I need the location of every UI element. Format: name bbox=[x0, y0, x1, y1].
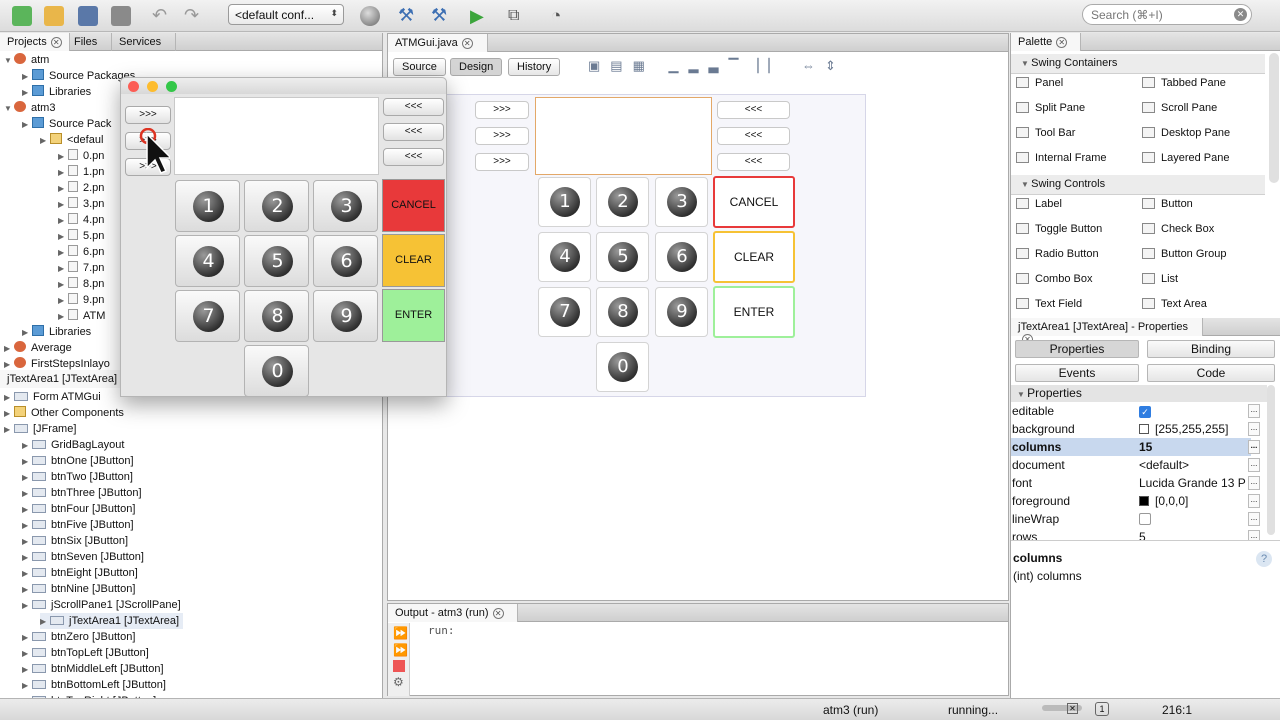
property-row[interactable]: font Lucida Grande 13 P... bbox=[1011, 474, 1260, 492]
close-icon[interactable]: ✕ bbox=[492, 608, 504, 619]
property-value-text: <default> bbox=[1139, 458, 1190, 472]
status-state: running... bbox=[948, 703, 999, 717]
property-editor-button[interactable]: ... bbox=[1248, 476, 1260, 490]
tree-label: btnZero [JButton] bbox=[51, 631, 136, 643]
tree-label: jTextArea1 [JTextArea] bbox=[69, 615, 180, 627]
output-text: run: bbox=[428, 624, 455, 637]
tree-label: btnMiddleLeft [JButton] bbox=[51, 663, 164, 675]
tree-row[interactable]: ▶ btnTopLeft [JButton] bbox=[22, 645, 149, 661]
property-name: foreground bbox=[1012, 494, 1071, 508]
expand-right-icon[interactable]: ▶ bbox=[22, 646, 32, 662]
property-row[interactable]: background [255,255,255]... bbox=[1011, 420, 1260, 438]
tree-label: btnTopLeft [JButton] bbox=[51, 647, 149, 659]
scrollpane-icon bbox=[32, 600, 46, 609]
tree-row[interactable]: ▶ btnSeven [JButton] bbox=[22, 549, 144, 565]
help-title: columns bbox=[1013, 551, 1063, 565]
property-editor-button[interactable]: ... bbox=[1248, 458, 1260, 472]
help-icon[interactable]: ? bbox=[1256, 551, 1272, 567]
tree-row[interactable]: ▶ btnNine [JButton] bbox=[22, 581, 135, 597]
property-value[interactable]: ✓ bbox=[1139, 402, 1151, 420]
tree-label: btnEight [JButton] bbox=[51, 567, 138, 579]
property-row[interactable]: columns 15... bbox=[1011, 438, 1260, 456]
property-value[interactable]: <default> bbox=[1139, 456, 1189, 474]
button-icon bbox=[32, 568, 46, 577]
tree-row-selected[interactable]: ▶ jTextArea1 [JTextArea] bbox=[40, 613, 184, 630]
tree-row[interactable]: ▶ btnZero [JButton] bbox=[22, 629, 135, 645]
property-name: document bbox=[1012, 458, 1065, 472]
property-checkbox[interactable] bbox=[1139, 513, 1151, 525]
tree-label: btnBottomLeft [JButton] bbox=[51, 679, 166, 691]
color-swatch-icon bbox=[1139, 496, 1149, 506]
expand-right-icon[interactable]: ▶ bbox=[22, 582, 32, 598]
tree-label: btnSeven [JButton] bbox=[51, 551, 144, 563]
output-panel: Output - atm3 (run) ✕ ⏩ ⏩ ⚙ run: bbox=[387, 603, 1009, 696]
property-row[interactable]: document <default>... bbox=[1011, 456, 1260, 474]
property-value-text: [255,255,255] bbox=[1155, 422, 1229, 436]
property-row[interactable]: lineWrap... bbox=[1011, 510, 1260, 530]
button-icon bbox=[32, 552, 46, 561]
property-name: columns bbox=[1012, 440, 1062, 454]
property-help-area: columns (int) columns ? bbox=[1011, 540, 1280, 698]
textarea-icon bbox=[50, 616, 64, 625]
property-value-text: 15 bbox=[1139, 440, 1153, 454]
status-task: atm3 (run) bbox=[823, 703, 879, 717]
properties-scrollbar[interactable] bbox=[1267, 385, 1275, 535]
property-name: font bbox=[1012, 476, 1033, 490]
notifications-icon[interactable]: 1 bbox=[1095, 702, 1109, 716]
property-value[interactable]: Lucida Grande 13 P bbox=[1139, 474, 1246, 492]
property-editor-button[interactable]: ... bbox=[1248, 494, 1260, 508]
property-value[interactable]: [0,0,0] bbox=[1139, 492, 1188, 510]
property-row[interactable]: foreground [0,0,0]... bbox=[1011, 492, 1260, 510]
stop-icon[interactable] bbox=[393, 660, 405, 672]
tab-label: Output - atm3 (run) bbox=[395, 607, 489, 619]
tree-row[interactable]: ▶ btnEight [JButton] bbox=[22, 565, 138, 581]
output-settings-icon[interactable]: ⚙ bbox=[393, 675, 404, 689]
property-row[interactable]: editable ✓... bbox=[1011, 402, 1260, 420]
caret-position: 216:1 bbox=[1162, 703, 1193, 717]
color-swatch-icon bbox=[1139, 424, 1149, 434]
property-name: background bbox=[1012, 422, 1075, 436]
expand-right-icon[interactable]: ▶ bbox=[22, 678, 32, 694]
output-side-toolbar: ⏩ ⏩ ⚙ bbox=[388, 623, 410, 696]
tree-row[interactable]: ▶ btnBottomLeft [JButton] bbox=[22, 677, 166, 693]
property-editor-button[interactable]: ... bbox=[1248, 440, 1260, 454]
property-checkbox[interactable]: ✓ bbox=[1139, 406, 1151, 418]
property-sheet: editable ✓... background [255,255,255]... co… bbox=[0, 0, 1280, 544]
button-icon bbox=[32, 664, 46, 673]
property-value-text: [0,0,0] bbox=[1155, 494, 1189, 508]
button-icon bbox=[32, 680, 46, 689]
property-name: lineWrap bbox=[1012, 512, 1060, 526]
expand-right-icon[interactable]: ▶ bbox=[22, 630, 32, 646]
button-icon bbox=[32, 584, 46, 593]
tree-label: jScrollPane1 [JScrollPane] bbox=[51, 599, 181, 611]
rerun-different-icon[interactable]: ⏩ bbox=[393, 643, 408, 657]
expand-right-icon[interactable]: ▶ bbox=[22, 662, 32, 678]
property-editor-button[interactable]: ... bbox=[1248, 422, 1260, 436]
button-icon bbox=[32, 632, 46, 641]
property-value[interactable] bbox=[1139, 510, 1151, 530]
property-editor-button[interactable]: ... bbox=[1248, 512, 1260, 526]
property-editor-button[interactable]: ... bbox=[1248, 404, 1260, 418]
status-bar: atm3 (run) running... ✕ 1 216:1 bbox=[0, 698, 1280, 720]
property-name: editable bbox=[1012, 404, 1055, 418]
output-tabbar: Output - atm3 (run) ✕ bbox=[388, 604, 1008, 622]
help-text: (int) columns bbox=[1013, 569, 1082, 583]
tree-label: btnNine [JButton] bbox=[51, 583, 136, 595]
tree-row[interactable]: ▶ jScrollPane1 [JScrollPane] bbox=[22, 597, 181, 613]
tree-row[interactable]: ▶ btnMiddleLeft [JButton] bbox=[22, 661, 164, 677]
property-value[interactable]: [255,255,255] bbox=[1139, 420, 1228, 438]
property-value[interactable]: 15 bbox=[1139, 438, 1152, 456]
property-value-text: Lucida Grande 13 P bbox=[1139, 476, 1246, 490]
rerun-icon[interactable]: ⏩ bbox=[393, 626, 408, 640]
button-icon bbox=[32, 648, 46, 657]
expand-right-icon[interactable]: ▶ bbox=[22, 550, 32, 566]
tab-output-run[interactable]: Output - atm3 (run) ✕ bbox=[388, 604, 518, 622]
expand-right-icon[interactable]: ▶ bbox=[40, 614, 50, 630]
expand-right-icon[interactable]: ▶ bbox=[22, 566, 32, 582]
expand-right-icon[interactable]: ▶ bbox=[22, 598, 32, 614]
cancel-task-icon[interactable]: ✕ bbox=[1067, 703, 1078, 714]
